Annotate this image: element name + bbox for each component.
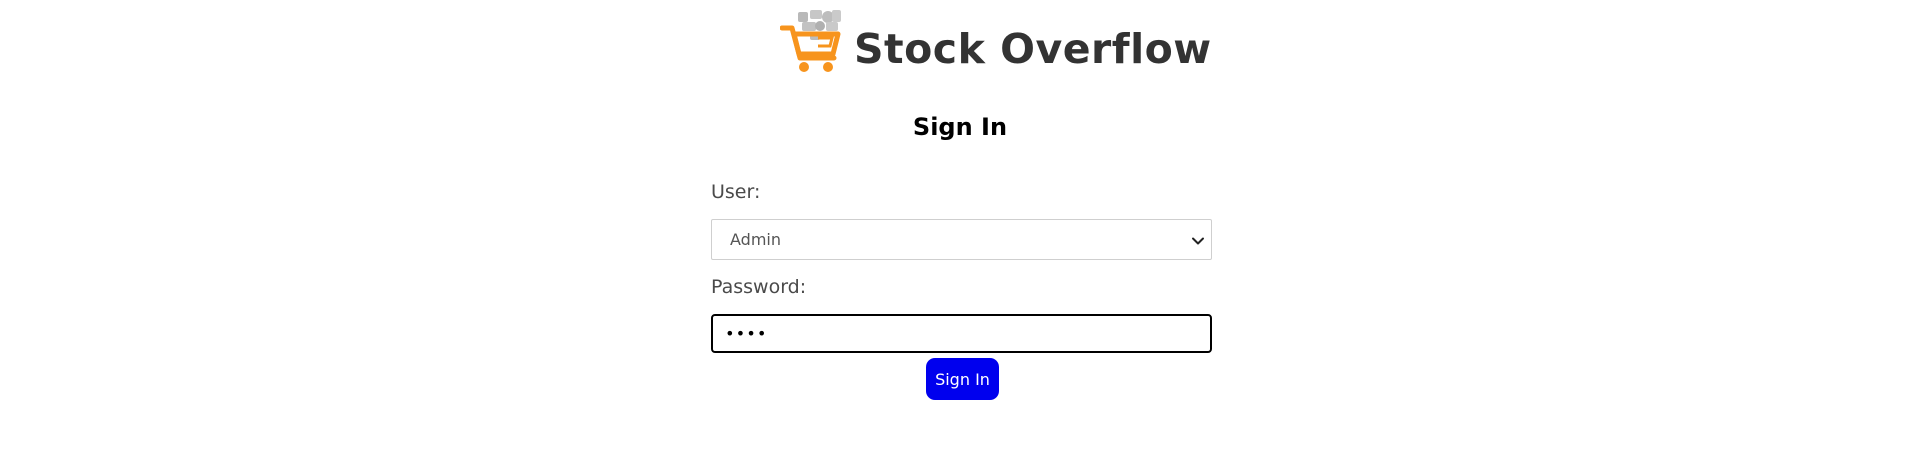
user-select-value: Admin [730, 230, 781, 249]
login-page: Stock Overflow Sign In User: Admin Passw… [0, 0, 1920, 465]
login-form: User: Admin Password: •••• [711, 178, 1212, 353]
password-field[interactable]: •••• [711, 314, 1212, 353]
page-title: Sign In [912, 113, 1008, 141]
shopping-cart-icon [780, 8, 850, 76]
brand-header: Stock Overflow [780, 6, 1212, 76]
chevron-down-icon [1191, 233, 1205, 247]
user-select[interactable]: Admin [711, 219, 1212, 260]
brand-name: Stock Overflow [854, 25, 1212, 73]
user-label: User: [711, 181, 761, 203]
password-label: Password: [711, 276, 807, 298]
sign-in-button[interactable]: Sign In [926, 358, 999, 400]
